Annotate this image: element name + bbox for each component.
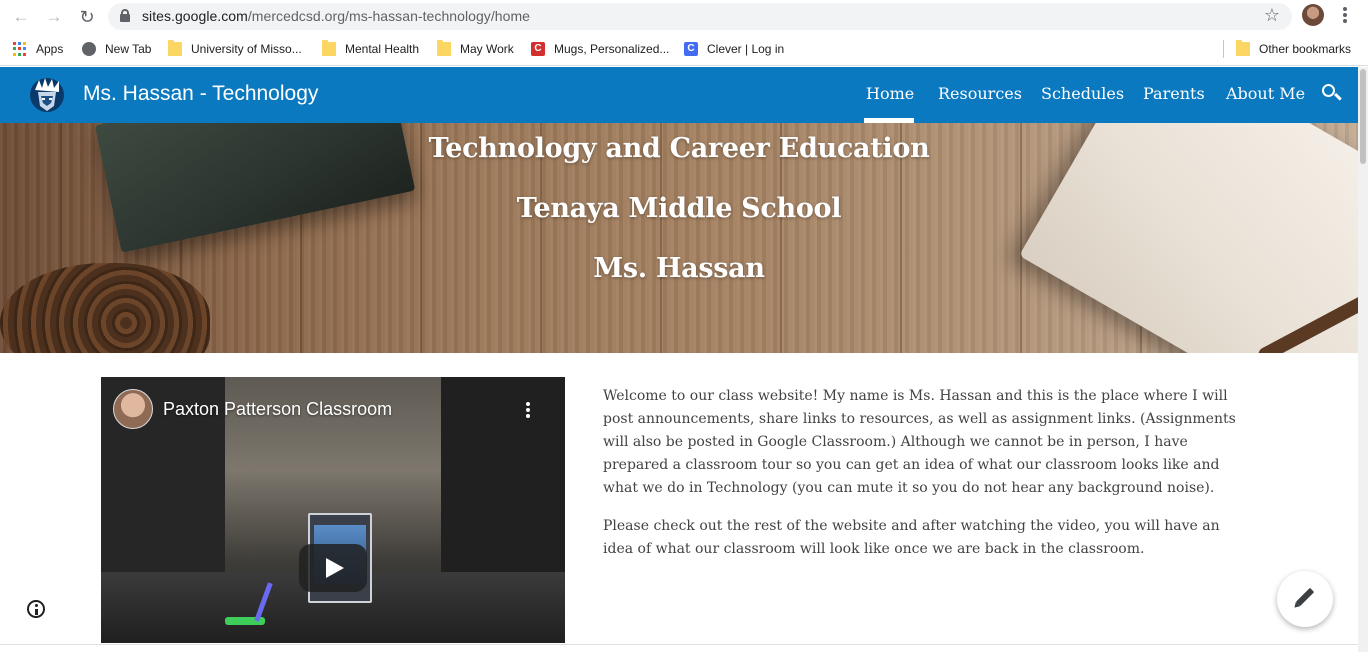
bookmark-label: Mugs, Personalized...	[554, 42, 670, 56]
edit-button[interactable]	[1277, 571, 1333, 627]
bookmark-new-tab[interactable]: New Tab	[82, 39, 151, 59]
pencil-icon	[1295, 587, 1315, 607]
nav-home[interactable]: Home	[866, 84, 914, 103]
hero-heading-line3: Ms. Hassan	[593, 253, 765, 284]
welcome-paragraph: Welcome to our class website! My name is…	[603, 388, 1236, 496]
bookmark-university[interactable]: University of Misso...	[168, 39, 302, 59]
bookmarks-divider	[1223, 40, 1224, 58]
bookmark-may-work[interactable]: May Work	[437, 39, 514, 59]
instructions-paragraph: Please check out the rest of the website…	[603, 518, 1220, 557]
url-path: /mercedcsd.org/ms-hassan-technology/home	[247, 8, 530, 24]
reload-icon[interactable]: ↻	[76, 6, 98, 28]
nav-parents[interactable]: Parents	[1143, 84, 1205, 103]
lock-icon[interactable]	[120, 9, 130, 22]
page-divider	[0, 644, 1358, 645]
bookmark-mental-health[interactable]: Mental Health	[322, 39, 419, 59]
folder-icon	[437, 40, 451, 56]
hero-heading-line1: Technology and Career Education	[428, 133, 930, 164]
other-bookmarks[interactable]: Other bookmarks	[1236, 39, 1351, 59]
youtube-video-embed[interactable]: Paxton Patterson Classroom	[101, 377, 565, 643]
bookmarks-bar: Apps New Tab University of Misso... Ment…	[0, 33, 1368, 66]
browser-chrome: ← → ↻ sites.google.com/mercedcsd.org/ms-…	[0, 0, 1368, 67]
bookmark-label: May Work	[460, 42, 514, 56]
video-more-options-icon[interactable]	[524, 401, 532, 421]
other-bookmarks-label: Other bookmarks	[1259, 42, 1352, 56]
bookmark-label: Apps	[36, 42, 64, 56]
bookmark-clever[interactable]: C Clever | Log in	[684, 39, 784, 59]
nav-resources[interactable]: Resources	[938, 84, 1022, 103]
info-icon[interactable]	[27, 600, 45, 618]
play-icon	[326, 558, 344, 578]
nav-schedules[interactable]: Schedules	[1041, 84, 1124, 103]
url-host: sites.google.com	[142, 8, 248, 24]
channel-avatar[interactable]	[113, 389, 153, 429]
forward-arrow-icon[interactable]: →	[43, 6, 65, 28]
globe-icon	[82, 42, 96, 56]
omnibox[interactable]: sites.google.com/mercedcsd.org/ms-hassan…	[108, 3, 1292, 30]
bookmark-mugs[interactable]: C Mugs, Personalized...	[531, 39, 669, 59]
profile-avatar[interactable]	[1302, 4, 1324, 26]
scrollbar-thumb[interactable]	[1360, 69, 1366, 164]
welcome-text: Welcome to our class website! My name is…	[603, 385, 1253, 576]
site-title[interactable]: Ms. Hassan - Technology	[83, 82, 318, 106]
bookmark-apps[interactable]: Apps	[13, 39, 63, 59]
search-icon[interactable]	[1322, 84, 1342, 104]
play-button[interactable]	[299, 544, 367, 592]
hero-heading-line2: Tenaya Middle School	[516, 193, 842, 224]
bookmark-label: Mental Health	[345, 42, 420, 56]
back-arrow-icon[interactable]: ←	[10, 6, 32, 28]
nav-about-me[interactable]: About Me	[1226, 84, 1305, 103]
page-scrollbar[interactable]	[1358, 67, 1368, 652]
clever-favicon-icon: C	[684, 42, 698, 56]
hero-banner: Technology and Career Education Tenaya M…	[0, 123, 1358, 353]
address-bar-row: ← → ↻ sites.google.com/mercedcsd.org/ms-…	[0, 0, 1368, 33]
school-mascot-logo[interactable]	[29, 76, 65, 114]
url-text[interactable]: sites.google.com/mercedcsd.org/ms-hassan…	[142, 8, 530, 24]
site-header: Ms. Hassan - Technology Home Resources S…	[0, 67, 1358, 123]
folder-icon	[1236, 40, 1250, 56]
bookmark-star-icon[interactable]: ☆	[1264, 5, 1280, 26]
apps-grid-icon	[13, 42, 27, 56]
bookmark-label: Clever | Log in	[707, 42, 785, 56]
folder-icon	[322, 40, 336, 56]
bookmark-label: University of Misso...	[191, 42, 302, 56]
browser-menu-icon[interactable]	[1338, 5, 1352, 27]
bookmark-label: New Tab	[105, 42, 152, 56]
folder-icon	[168, 40, 182, 56]
video-title[interactable]: Paxton Patterson Classroom	[163, 399, 392, 420]
mugs-favicon-icon: C	[531, 42, 545, 56]
